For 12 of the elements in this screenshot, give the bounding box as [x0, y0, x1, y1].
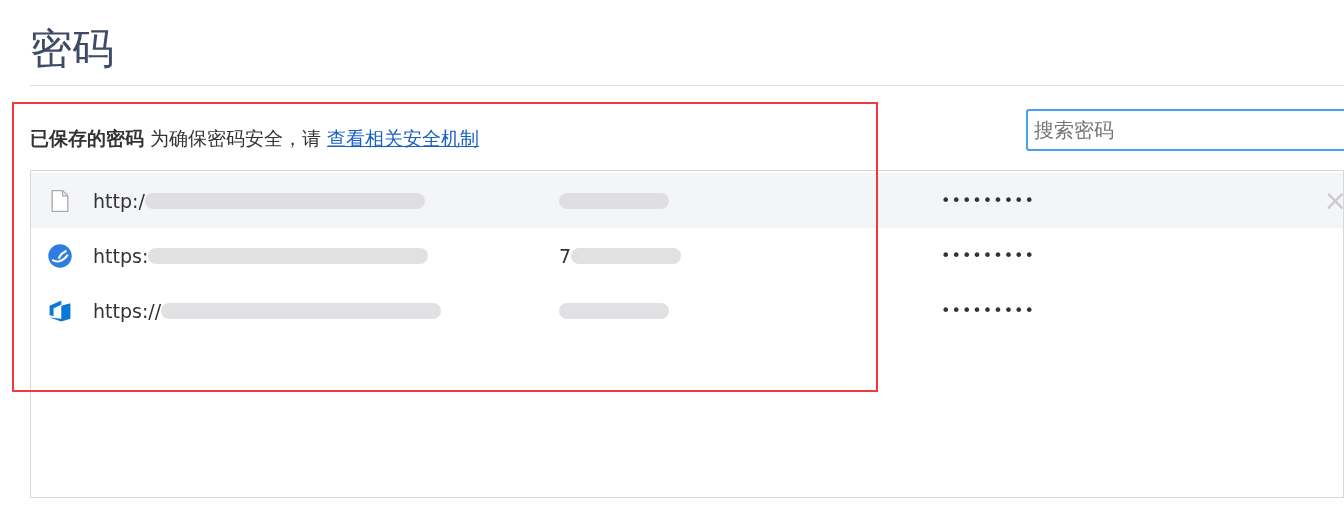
page-title: 密码: [30, 0, 1344, 86]
globe-icon: [47, 242, 73, 269]
security-link[interactable]: 查看相关安全机制: [327, 127, 480, 149]
site-url: https:: [93, 244, 149, 267]
masked-password: •••••••••: [941, 246, 1035, 265]
site-url: https://: [93, 299, 162, 322]
masked-password: •••••••••: [941, 301, 1035, 320]
section-heading: 已保存的密码 为确保密码安全，请 查看相关安全机制: [30, 126, 480, 151]
username: 7: [559, 244, 572, 267]
site-url: http:/: [93, 189, 145, 212]
search-field[interactable]: 搜索密码: [1026, 109, 1344, 151]
masked-password: •••••••••: [941, 191, 1035, 210]
